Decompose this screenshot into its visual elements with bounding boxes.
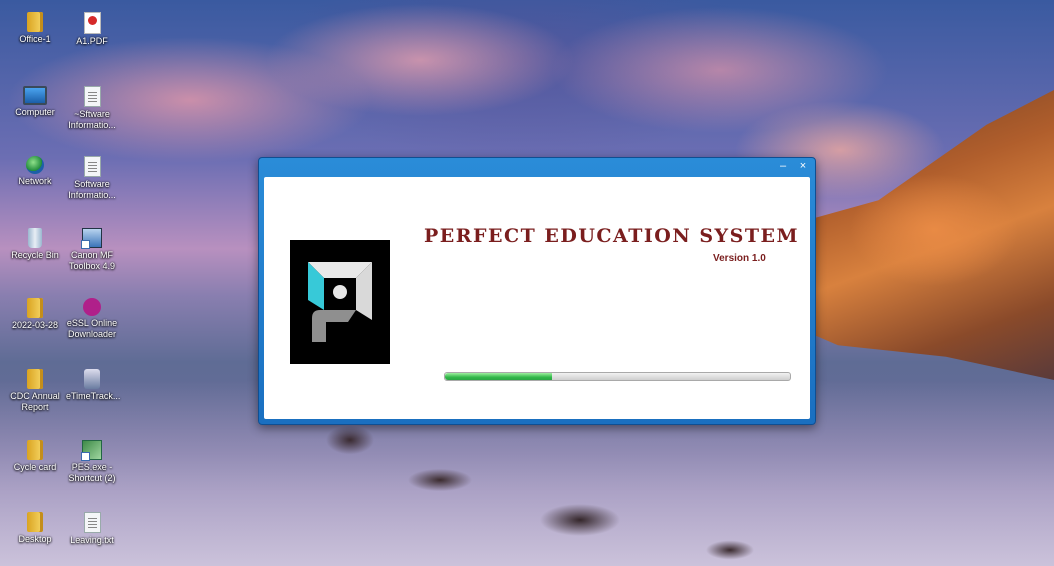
pes-logo	[290, 240, 390, 364]
recycle-bin-icon	[28, 228, 42, 248]
desktop-icon-cdc-annual-report[interactable]: CDC Annual Report	[9, 369, 61, 413]
desktop-icon-label: ~Sftware Informatio...	[68, 109, 116, 130]
folder-icon	[27, 369, 43, 389]
desktop-icon-cycle-card[interactable]: Cycle card	[9, 440, 61, 473]
desktop-icon-2022-03-28[interactable]: 2022-03-28	[9, 298, 61, 331]
desktop-icon-label: Leaving.txt	[70, 535, 114, 545]
desktop-icon-essl-online-downloader[interactable]: eSSL Online Downloader	[66, 298, 118, 340]
folder-icon	[27, 440, 43, 460]
desktop-icon-label: Computer	[15, 107, 55, 117]
folder-icon	[27, 298, 43, 318]
pdf-file-icon	[83, 12, 101, 34]
loading-progress-bar	[444, 372, 791, 381]
canon-shortcut-icon	[81, 228, 102, 249]
network-icon	[26, 156, 44, 174]
computer-icon	[23, 86, 47, 105]
pes-logo-icon	[308, 262, 372, 342]
window-controls: – ×	[777, 159, 809, 175]
desktop-icon-label: Software Informatio...	[68, 179, 116, 200]
desktop-icon-leaving-txt[interactable]: Leaving.txt	[66, 512, 118, 546]
wallpaper-cliff	[784, 90, 1054, 380]
desktop-icon-network[interactable]: Network	[9, 156, 61, 187]
desktop-icon-label: eTimeTrack...	[66, 391, 121, 401]
document-icon	[83, 156, 101, 177]
desktop-icon-desktop[interactable]: Desktop	[9, 512, 61, 545]
desktop-icon-label: Network	[18, 176, 52, 186]
close-button[interactable]: ×	[797, 159, 809, 175]
wallpaper-rocks	[260, 420, 820, 566]
desktop-icon-etimetrack[interactable]: eTimeTrack...	[66, 369, 121, 402]
desktop-icon-sftware-informatio[interactable]: ~Sftware Informatio...	[66, 86, 118, 131]
desktop-icon-a1-pdf[interactable]: A1.PDF	[66, 12, 118, 47]
desktop-icon-pes-shortcut[interactable]: PES.exe - Shortcut (2)	[66, 440, 118, 484]
pes-shortcut-icon	[81, 440, 102, 461]
desktop-icon-label: Desktop	[18, 534, 52, 544]
desktop-icon-label: Canon MF Toolbox 4.9	[68, 250, 116, 271]
desktop-icon-computer[interactable]: Computer	[9, 86, 61, 118]
text-file-icon	[83, 512, 101, 533]
desktop-icon-label: PES.exe - Shortcut (2)	[68, 462, 116, 483]
desktop-icon-label: Recycle Bin	[11, 250, 59, 260]
desktop-icon-label: CDC Annual Report	[10, 391, 60, 412]
folder-icon	[27, 12, 43, 32]
app-title: PERFECT EDUCATION SYSTEM	[424, 225, 799, 247]
minimize-button[interactable]: –	[777, 159, 789, 175]
essl-icon	[83, 298, 101, 316]
desktop-icon-label: eSSL Online Downloader	[66, 318, 118, 339]
desktop-icon-label: A1.PDF	[76, 36, 108, 46]
desktop-icon-canon-mf-toolbox[interactable]: Canon MF Toolbox 4.9	[66, 228, 118, 272]
desktop-icon-office-1[interactable]: Office-1	[9, 12, 61, 45]
etimetrack-icon	[84, 369, 100, 389]
desktop-icon-label: Office-1	[19, 34, 51, 44]
folder-icon	[27, 512, 43, 532]
desktop-icon-label: 2022-03-28	[11, 320, 59, 330]
desktop-icon-recycle-bin[interactable]: Recycle Bin	[9, 228, 61, 261]
desktop-icon-label: Cycle card	[13, 462, 57, 472]
progress-fill	[445, 373, 552, 380]
document-icon	[83, 86, 101, 107]
version-label: Version 1.0	[713, 253, 766, 264]
splash-content: PERFECT EDUCATION SYSTEM Version 1.0	[264, 177, 810, 419]
splash-window: – × PERFECT EDUCATION SYSTEM Version 1.0	[258, 157, 816, 425]
desktop-icon-software-informatio[interactable]: Software Informatio...	[66, 156, 118, 201]
